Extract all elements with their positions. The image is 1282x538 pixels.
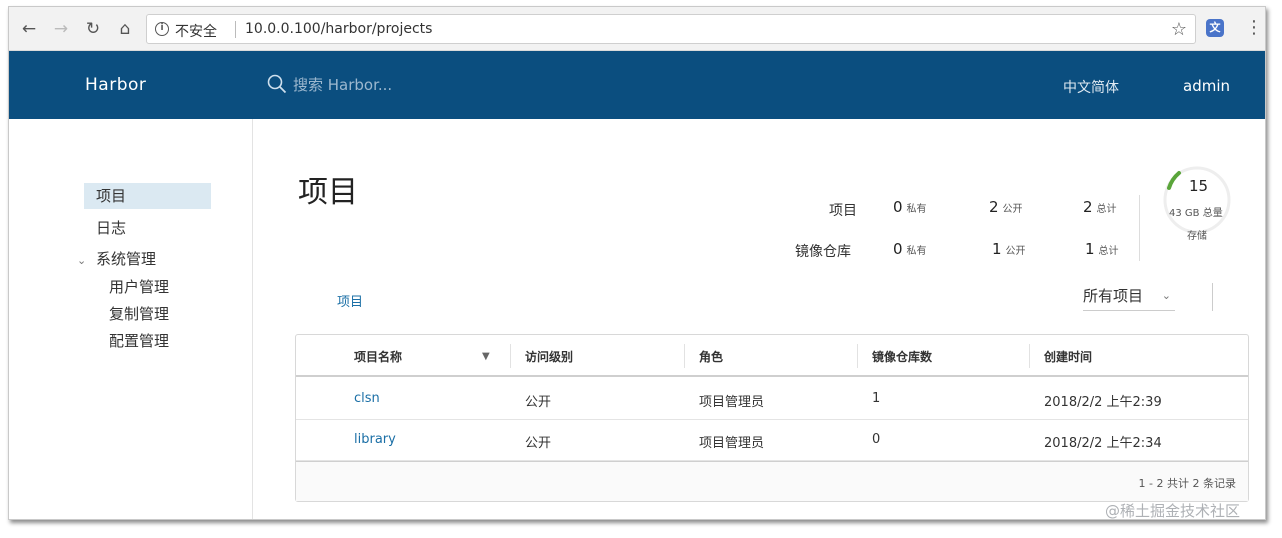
project-filter-select[interactable]: 所有项目 ⌄ <box>1083 285 1175 311</box>
access-level: 公开 <box>525 436 552 451</box>
bookmark-star-icon[interactable]: ☆ <box>1171 19 1187 40</box>
divider <box>857 344 858 368</box>
address-bar[interactable]: i 不安全 10.0.0.100/harbor/projects ☆ <box>146 14 1196 44</box>
stat-projects-public: 2 公开 <box>989 198 1023 216</box>
url-text[interactable]: 10.0.0.100/harbor/projects <box>245 21 432 37</box>
table-footer: 1 - 2 共计 2 条记录 <box>296 461 1248 501</box>
creation-time: 2018/2/2 上午2:34 <box>1044 436 1162 451</box>
info-icon[interactable]: i <box>155 22 169 36</box>
chevron-down-icon: ⌄ <box>1161 289 1171 302</box>
sidebar-item-administration[interactable]: 系统管理 <box>96 248 156 269</box>
stat-repos-total: 1 总计 <box>1085 240 1119 258</box>
access-level: 公开 <box>525 395 552 410</box>
divider <box>1139 195 1140 261</box>
filter-value: 所有项目 <box>1083 287 1144 305</box>
stat-repos-label: 镜像仓库 <box>795 244 851 260</box>
page-title: 项目 <box>298 175 358 210</box>
divider <box>1212 283 1213 311</box>
pagination-summary: 1 - 2 共计 2 条记录 <box>1138 477 1236 490</box>
user-menu[interactable]: admin <box>1183 77 1230 95</box>
stat-projects-label: 项目 <box>829 203 857 219</box>
translate-extension-icon[interactable]: 文 <box>1206 19 1224 37</box>
search-icon <box>267 74 287 94</box>
home-icon[interactable]: ⌂ <box>115 19 135 39</box>
app-header: Harbor 中文简体 admin <box>9 51 1265 119</box>
column-header-access[interactable]: 访问级别 <box>525 348 573 365</box>
storage-quota-donut <box>1163 166 1231 234</box>
stat-projects-private: 0 私有 <box>893 198 927 216</box>
divider <box>1029 344 1030 368</box>
stat-repos-private: 0 私有 <box>893 240 927 258</box>
sidebar-item-users[interactable]: 用户管理 <box>109 276 169 297</box>
brand-logo[interactable]: Harbor <box>85 75 146 95</box>
table-row[interactable]: library 公开 项目管理员 0 2018/2/2 上午2:34 <box>296 420 1248 461</box>
chevron-down-icon[interactable]: ⌄ <box>77 254 86 267</box>
projects-table: 项目名称 ▼ 访问级别 角色 镜像仓库数 创建时间 clsn 公开 项目管理员 … <box>295 334 1249 502</box>
forward-icon[interactable]: → <box>51 19 71 39</box>
column-header-role[interactable]: 角色 <box>699 348 723 365</box>
divider <box>510 344 511 368</box>
sidebar-item-projects[interactable]: 项目 <box>84 183 211 209</box>
sidebar-item-configuration[interactable]: 配置管理 <box>109 330 169 351</box>
tab-projects[interactable]: 项目 <box>337 291 363 310</box>
stat-repos-public: 1 公开 <box>992 240 1026 258</box>
column-header-name[interactable]: 项目名称 <box>354 348 402 365</box>
table-header: 项目名称 ▼ 访问级别 角色 镜像仓库数 创建时间 <box>296 335 1248 377</box>
project-name-link[interactable]: clsn <box>354 391 380 406</box>
table-row[interactable]: clsn 公开 项目管理员 1 2018/2/2 上午2:39 <box>296 379 1248 420</box>
role: 项目管理员 <box>699 436 765 451</box>
watermark: @稀土掘金技术社区 <box>1105 502 1241 520</box>
repo-count: 0 <box>872 432 881 447</box>
divider <box>235 21 236 38</box>
creation-time: 2018/2/2 上午2:39 <box>1044 395 1162 410</box>
browser-menu-icon[interactable]: ⋮ <box>1245 17 1263 38</box>
project-name-link[interactable]: library <box>354 432 396 447</box>
browser-window: ← → ↻ ⌂ i 不安全 10.0.0.100/harbor/projects… <box>8 6 1266 520</box>
quota-label: 存储 <box>1187 231 1207 242</box>
sidebar: 项目 日志 ⌄ 系统管理 用户管理 复制管理 配置管理 <box>9 119 253 519</box>
role: 项目管理员 <box>699 395 765 410</box>
language-selector[interactable]: 中文简体 <box>1063 77 1119 97</box>
column-header-created[interactable]: 创建时间 <box>1044 348 1092 365</box>
stat-projects-total: 2 总计 <box>1083 198 1117 216</box>
back-icon[interactable]: ← <box>19 19 39 39</box>
search-input[interactable] <box>293 71 593 99</box>
repo-count: 1 <box>872 391 881 406</box>
divider <box>684 344 685 368</box>
browser-toolbar: ← → ↻ ⌂ i 不安全 10.0.0.100/harbor/projects… <box>9 7 1265 51</box>
quota-count: 15 <box>1189 177 1209 195</box>
reload-icon[interactable]: ↻ <box>83 19 103 39</box>
sort-icon[interactable]: ▼ <box>482 351 490 362</box>
quota-size: 43 GB 总量 <box>1169 208 1223 219</box>
sidebar-item-logs[interactable]: 日志 <box>96 217 126 238</box>
column-header-repo-count[interactable]: 镜像仓库数 <box>872 348 932 365</box>
security-label[interactable]: 不安全 <box>175 21 217 41</box>
sidebar-item-replication[interactable]: 复制管理 <box>109 303 169 324</box>
